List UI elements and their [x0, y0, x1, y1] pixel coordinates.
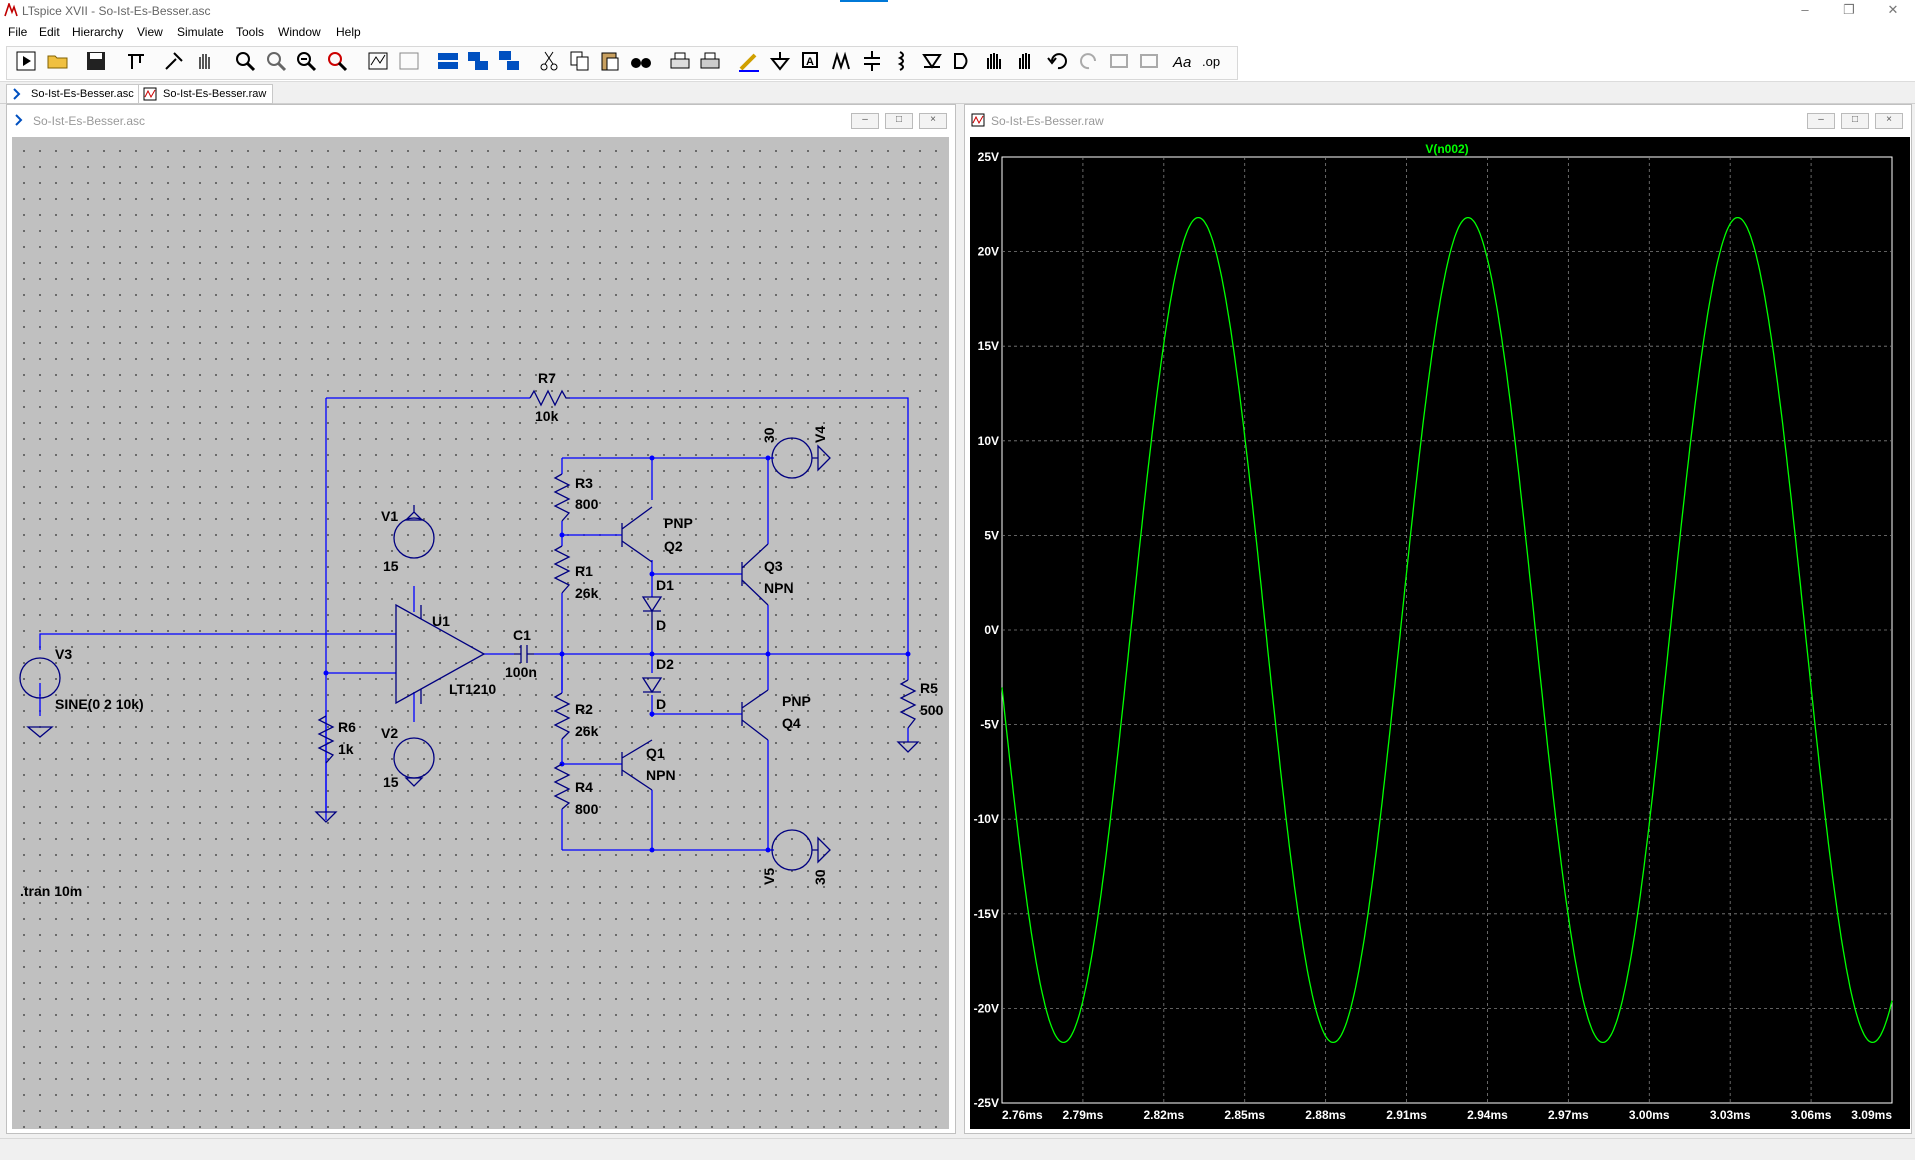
label-r7: R7 — [538, 370, 556, 386]
y-tick-label: 0V — [984, 623, 999, 637]
label-v4-value: 30 — [761, 427, 777, 443]
label-c1: C1 — [513, 627, 531, 643]
label-r5: R5 — [920, 680, 938, 696]
resistor-r3 — [553, 473, 571, 522]
source-v1 — [393, 517, 435, 559]
waveform-plot[interactable]: 25V 20V 15V 10V 5V 0V -5V -10V -15V -20V -25V 2.76m… — [970, 137, 1910, 1129]
label-v1-value: 15 — [383, 558, 399, 574]
source-v2 — [393, 737, 435, 779]
label-r7-value: 10k — [535, 408, 559, 424]
label-r1: R1 — [575, 563, 593, 579]
label-r3: R3 — [575, 475, 593, 491]
label-d2: D2 — [656, 656, 674, 672]
spice-directive[interactable]: .tran 10m — [20, 883, 82, 899]
x-tick-label: 2.76ms — [1002, 1108, 1043, 1122]
label-d1-model: D — [656, 617, 666, 633]
label-q4-type: PNP — [782, 693, 811, 709]
y-tick-label: -15V — [974, 907, 999, 921]
x-tick-label: 2.88ms — [1305, 1108, 1346, 1122]
label-d1: D1 — [656, 577, 674, 593]
waveform-close-button[interactable]: × — [1875, 113, 1903, 129]
x-tick-label: 2.94ms — [1467, 1108, 1508, 1122]
label-v2-value: 15 — [383, 774, 399, 790]
label-r6-value: 1k — [338, 741, 354, 757]
resistor-r2 — [553, 692, 571, 740]
label-r4-value: 800 — [575, 801, 599, 817]
label-v5-value: 30 — [812, 869, 828, 885]
x-tick-label: 3.09ms — [1851, 1108, 1892, 1122]
diode-d2 — [641, 677, 663, 694]
label-r2-value: 26k — [575, 723, 599, 739]
label-q4: Q4 — [782, 715, 801, 731]
label-u1: U1 — [432, 613, 450, 629]
source-v5 — [771, 829, 813, 871]
label-v4: V4 — [812, 426, 828, 443]
x-tick-label: 2.79ms — [1063, 1108, 1104, 1122]
x-tick-label: 3.06ms — [1791, 1108, 1832, 1122]
waveform-minimize-button[interactable]: – — [1807, 113, 1835, 129]
label-q2: Q2 — [664, 538, 683, 554]
label-v2: V2 — [381, 725, 398, 741]
label-q3: Q3 — [764, 558, 783, 574]
y-tick-label: 25V — [978, 150, 999, 164]
y-tick-label: -5V — [980, 718, 999, 732]
y-tick-label: -25V — [974, 1096, 999, 1110]
y-tick-label: 5V — [984, 528, 999, 542]
resistor-r4 — [553, 763, 571, 810]
source-v4 — [771, 437, 813, 479]
label-r5-value: 500 — [920, 702, 944, 718]
transistor-q4 — [741, 689, 769, 741]
y-tick-label: -10V — [974, 812, 999, 826]
y-tick-label: 10V — [978, 434, 999, 448]
label-r2: R2 — [575, 701, 593, 717]
label-q2-type: PNP — [664, 515, 693, 531]
x-tick-label: 2.97ms — [1548, 1108, 1589, 1122]
label-d2-model: D — [656, 696, 666, 712]
waveform-icon — [971, 113, 985, 127]
y-tick-label: 20V — [978, 245, 999, 259]
label-r3-value: 800 — [575, 496, 599, 512]
resistor-r7 — [529, 389, 570, 407]
x-tick-label: 3.03ms — [1710, 1108, 1751, 1122]
label-v3-value: SINE(0 2 10k) — [55, 696, 144, 712]
label-r4: R4 — [575, 779, 593, 795]
waveform-chart[interactable]: 25V 20V 15V 10V 5V 0V -5V -10V -15V -20V -25V2.76m… — [970, 137, 1910, 1129]
y-tick-label: 15V — [978, 339, 999, 353]
x-tick-label: 2.85ms — [1224, 1108, 1265, 1122]
label-q1: Q1 — [646, 745, 665, 761]
status-bar — [0, 1138, 1915, 1160]
label-v1: V1 — [381, 508, 398, 524]
wires — [39, 397, 909, 851]
label-q1-type: NPN — [646, 767, 676, 783]
transistor-q2 — [621, 506, 653, 563]
capacitor-c1 — [514, 645, 534, 663]
label-opamp-model: LT1210 — [449, 681, 496, 697]
components — [19, 389, 920, 871]
resistor-r1 — [553, 545, 571, 594]
resistor-r5 — [899, 679, 917, 729]
waveform-maximize-button[interactable]: □ — [1841, 113, 1869, 129]
label-q3-type: NPN — [764, 580, 794, 596]
label-r6: R6 — [338, 719, 356, 735]
label-c1-value: 100n — [505, 664, 537, 680]
x-tick-label: 2.82ms — [1143, 1108, 1184, 1122]
x-tick-label: 2.91ms — [1386, 1108, 1427, 1122]
waveform-window-title: So-Ist-Es-Besser.raw — [991, 114, 1104, 128]
label-v5: V5 — [761, 868, 777, 885]
trace-label: V(n002) — [1425, 142, 1468, 156]
y-tick-label: -20V — [974, 1001, 999, 1015]
waveform-window-titlebar: So-Ist-Es-Besser.raw – □ × — [965, 105, 1911, 135]
label-r1-value: 26k — [575, 585, 599, 601]
label-v3: V3 — [55, 646, 72, 662]
x-tick-label: 3.00ms — [1629, 1108, 1670, 1122]
